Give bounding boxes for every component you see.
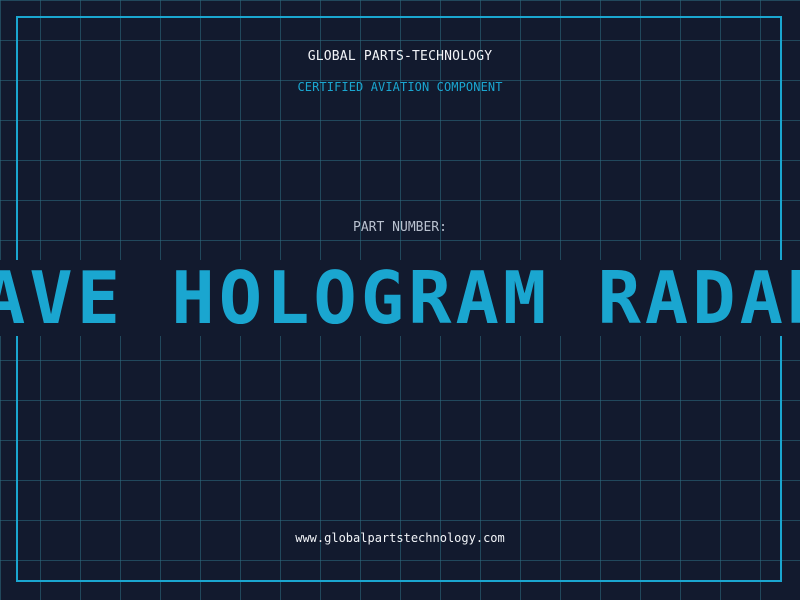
company-name: GLOBAL PARTS-TECHNOLOGY bbox=[307, 49, 493, 64]
website-url: www.globalpartstechnology.com bbox=[295, 531, 505, 545]
part-number-value: AVE HOLOGRAM RADAR bbox=[0, 260, 800, 336]
part-number-band: AVE HOLOGRAM RADAR bbox=[0, 260, 800, 336]
tagline: CERTIFIED AVIATION COMPONENT bbox=[297, 80, 503, 94]
part-number-label: PART NUMBER: bbox=[353, 220, 447, 235]
